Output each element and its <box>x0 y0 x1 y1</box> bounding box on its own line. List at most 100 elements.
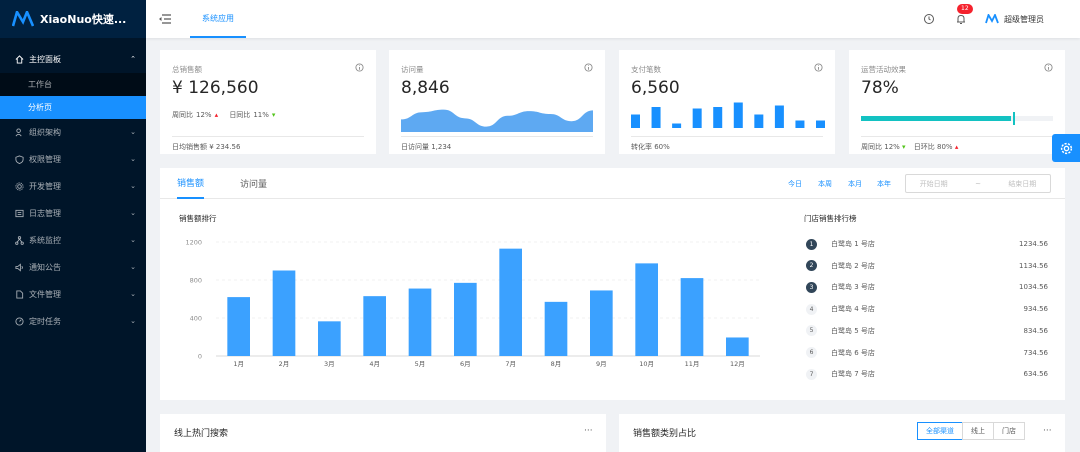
chevron-down-icon: ⌄ <box>130 128 136 136</box>
date-range-picker[interactable]: 开始日期 ~ 结束日期 <box>905 174 1051 193</box>
rank-store-name: 白鹭岛 1 号店 <box>831 240 875 248</box>
x-tick-label: 12月 <box>730 360 745 368</box>
notification-bell[interactable]: 12 <box>955 4 973 25</box>
menu-item-dashboard[interactable]: 主控面板 ⌃ <box>0 46 146 73</box>
mini-bar <box>774 105 784 128</box>
bar <box>227 297 250 356</box>
sidebar-logo[interactable]: XiaoNuo快速... <box>0 0 146 38</box>
bar <box>499 248 522 356</box>
tab-system-app[interactable]: 系统应用 <box>190 0 246 38</box>
ranking-item[interactable]: 2 白鹭岛 2 号店 1134.56 <box>806 255 1050 277</box>
safety-icon <box>14 155 24 165</box>
x-tick-label: 8月 <box>551 360 562 368</box>
top-header: 系统应用 12 超级管理员 <box>146 0 1080 38</box>
kpi-footer: 日访问量 1,234 <box>401 136 593 152</box>
kpi-title: 运营活动效果 <box>861 65 906 74</box>
info-circle-icon[interactable] <box>1044 63 1053 72</box>
seg-all[interactable]: 全部渠道 <box>917 422 963 440</box>
kpi-value: 8,846 <box>401 78 450 98</box>
trend-label: 周同比 <box>172 111 193 119</box>
ranking-item[interactable]: 3 白鹭岛 3 号店 1034.56 <box>806 276 1050 298</box>
bar <box>363 296 386 356</box>
ranking-item[interactable]: 4 白鹭岛 4 号店 934.56 <box>806 298 1050 320</box>
menu-item-dev[interactable]: 开发管理 ⌄ <box>0 173 146 200</box>
rank-store-name: 白鹭岛 6 号店 <box>831 348 875 357</box>
submenu-item-analysis[interactable]: 分析页 <box>0 96 146 119</box>
range-week[interactable]: 本周 <box>818 179 832 189</box>
range-year[interactable]: 本年 <box>877 179 891 189</box>
progress-fill <box>861 116 1011 121</box>
menu-item-log[interactable]: 日志管理 ⌄ <box>0 200 146 227</box>
rank-value: 1034.56 <box>1019 283 1048 292</box>
mini-bar <box>733 102 743 128</box>
caret-up-icon: ▴ <box>214 111 219 119</box>
rank-store-name: 白鹭岛 3 号店 <box>831 283 875 292</box>
range-month[interactable]: 本月 <box>848 179 862 189</box>
x-tick-label: 1月 <box>233 360 244 368</box>
kpi-title: 访问量 <box>401 65 424 74</box>
rank-number: 6 <box>806 347 817 358</box>
notification-badge: 12 <box>957 4 973 14</box>
chevron-up-icon: ⌃ <box>130 55 136 63</box>
user-menu[interactable]: 超级管理员 <box>985 14 1044 25</box>
menu-item-task[interactable]: 定时任务 ⌄ <box>0 308 146 335</box>
menu-item-auth[interactable]: 权限管理 ⌄ <box>0 146 146 173</box>
ranking-item[interactable]: 6 白鹭岛 6 号店 734.56 <box>806 342 1050 364</box>
info-circle-icon[interactable] <box>584 63 593 72</box>
seg-store[interactable]: 门店 <box>993 422 1025 440</box>
sidebar: XiaoNuo快速... 主控面板 ⌃ 工作台 分析页 组织架构 ⌄ 权限管理 ⌄ … <box>0 0 146 452</box>
seg-online[interactable]: 线上 <box>962 422 994 440</box>
dashboard-icon <box>14 317 24 327</box>
tab-sales[interactable]: 销售额 <box>177 168 205 199</box>
kpi-trend: 周同比 12% ▴ 日同比 11% ▾ <box>172 110 278 120</box>
rank-value: 634.56 <box>1023 370 1049 379</box>
info-circle-icon[interactable] <box>355 63 364 72</box>
mini-bar <box>795 120 805 128</box>
range-today[interactable]: 今日 <box>788 179 802 189</box>
trend-label: 日同比 <box>229 111 251 119</box>
rank-value: 834.56 <box>1023 326 1049 335</box>
y-tick-label: 1200 <box>185 239 202 247</box>
team-icon <box>14 128 24 138</box>
bell-icon <box>957 14 965 24</box>
avatar <box>985 14 999 24</box>
progress-track <box>861 116 1053 121</box>
mini-bar <box>692 108 702 128</box>
kpi-footer: 日均销售额 ¥ 234.56 <box>172 136 364 152</box>
sales-bar-chart: 0 400 800 1200 1月 2月 3月 4月 5月 6月 7月 8月 9月 10月 11月 12月 <box>185 239 760 368</box>
rank-value: 934.56 <box>1023 305 1049 314</box>
rank-number: 2 <box>806 260 817 272</box>
menu-item-org[interactable]: 组织架构 ⌄ <box>0 119 146 146</box>
date-end: 结束日期 <box>1008 179 1037 188</box>
kpi-card-operations: 运营活动效果 78% 周同比 12% ▾ 日环比 80% ▴ <box>849 50 1065 154</box>
menu-item-notice[interactable]: 通知公告 ⌄ <box>0 254 146 281</box>
ranking-item[interactable]: 7 白鹭岛 7 号店 634.56 <box>806 363 1050 385</box>
more-icon[interactable]: ··· <box>584 426 593 436</box>
submenu-item-workbench[interactable]: 工作台 <box>0 73 146 96</box>
progress-target-marker <box>1013 112 1015 125</box>
y-tick-label: 400 <box>190 315 202 323</box>
info-circle-icon[interactable] <box>814 63 823 72</box>
question-circle-icon[interactable] <box>923 13 935 25</box>
menu-label: 权限管理 <box>29 155 61 164</box>
menu-label: 系统监控 <box>29 236 61 245</box>
x-tick-label: 5月 <box>415 360 426 368</box>
x-tick-label: 11月 <box>685 360 700 368</box>
ranking-item[interactable]: 1 白鹭岛 1 号店 1234.56 <box>806 233 1050 255</box>
menu-item-monitor[interactable]: 系统监控 ⌄ <box>0 227 146 254</box>
ranking-item[interactable]: 5 白鹭岛 5 号店 834.56 <box>806 320 1050 342</box>
menu-item-file[interactable]: 文件管理 ⌄ <box>0 281 146 308</box>
rank-value: 734.56 <box>1023 348 1049 357</box>
ranking-title: 门店销售排行榜 <box>804 214 857 223</box>
bar <box>680 278 704 356</box>
settings-drawer-button[interactable] <box>1052 134 1080 162</box>
x-tick-label: 3月 <box>324 360 335 368</box>
trend-value: 11% <box>253 111 269 119</box>
menu-fold-icon[interactable] <box>158 12 172 26</box>
more-icon[interactable]: ··· <box>1043 426 1052 436</box>
rank-store-name: 白鹭岛 4 号店 <box>831 305 875 314</box>
chevron-down-icon: ⌄ <box>130 182 136 190</box>
cluster-icon <box>14 236 24 246</box>
tab-visits[interactable]: 访问量 <box>240 168 267 199</box>
bar <box>272 270 296 356</box>
